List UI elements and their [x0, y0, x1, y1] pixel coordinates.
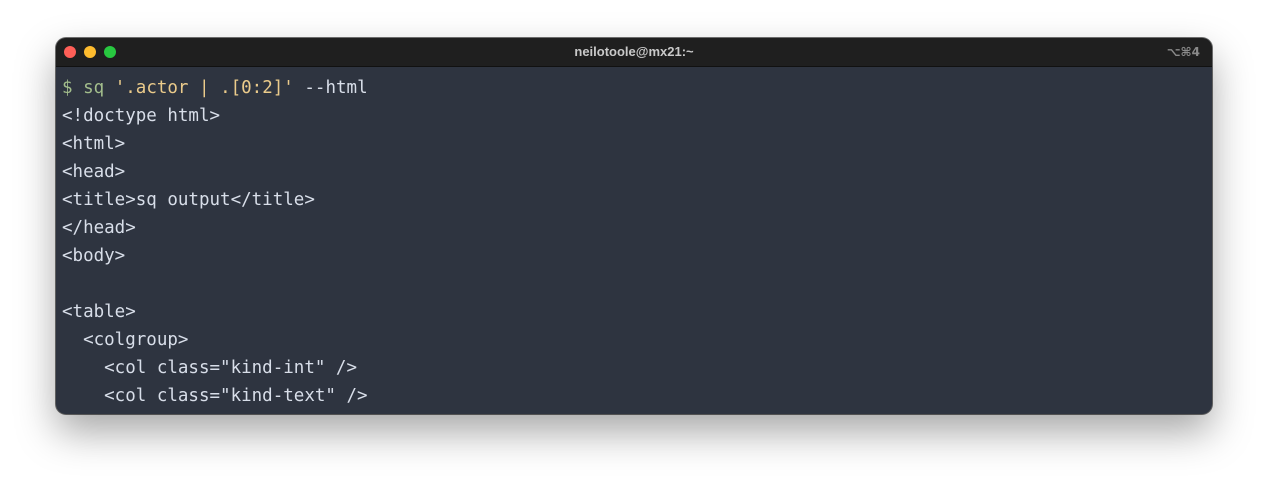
terminal-window: neilotoole@mx21:~ ⌥⌘4 $ sq '.actor | .[0…	[56, 38, 1212, 414]
output-line: <col class="kind-int" />	[62, 358, 358, 378]
output-line: <table>	[62, 302, 136, 322]
terminal-output[interactable]: $ sq '.actor | .[0:2]' --html <!doctype …	[62, 74, 1206, 414]
command-line: $ sq '.actor | .[0:2]' --html	[62, 74, 1206, 102]
output-line: <body>	[62, 246, 126, 266]
command-argument: '.actor | .[0:2]'	[114, 78, 294, 98]
command-name: sq	[83, 78, 105, 98]
tab-shortcut-label: ⌥⌘4	[1166, 45, 1200, 59]
command-flag: --html	[304, 78, 368, 98]
title-bar[interactable]: neilotoole@mx21:~ ⌥⌘4	[56, 38, 1212, 67]
prompt-symbol: $	[62, 78, 73, 98]
output-line: <head>	[62, 162, 126, 182]
output-line: <!doctype html>	[62, 106, 221, 126]
window-title: neilotoole@mx21:~	[574, 44, 694, 59]
output-line: <col class="kind-text" />	[62, 386, 368, 406]
output-line: <colgroup>	[62, 330, 189, 350]
output-line: <title>sq output</title>	[62, 190, 315, 210]
output-line: <html>	[62, 134, 126, 154]
output-line: </head>	[62, 218, 136, 238]
